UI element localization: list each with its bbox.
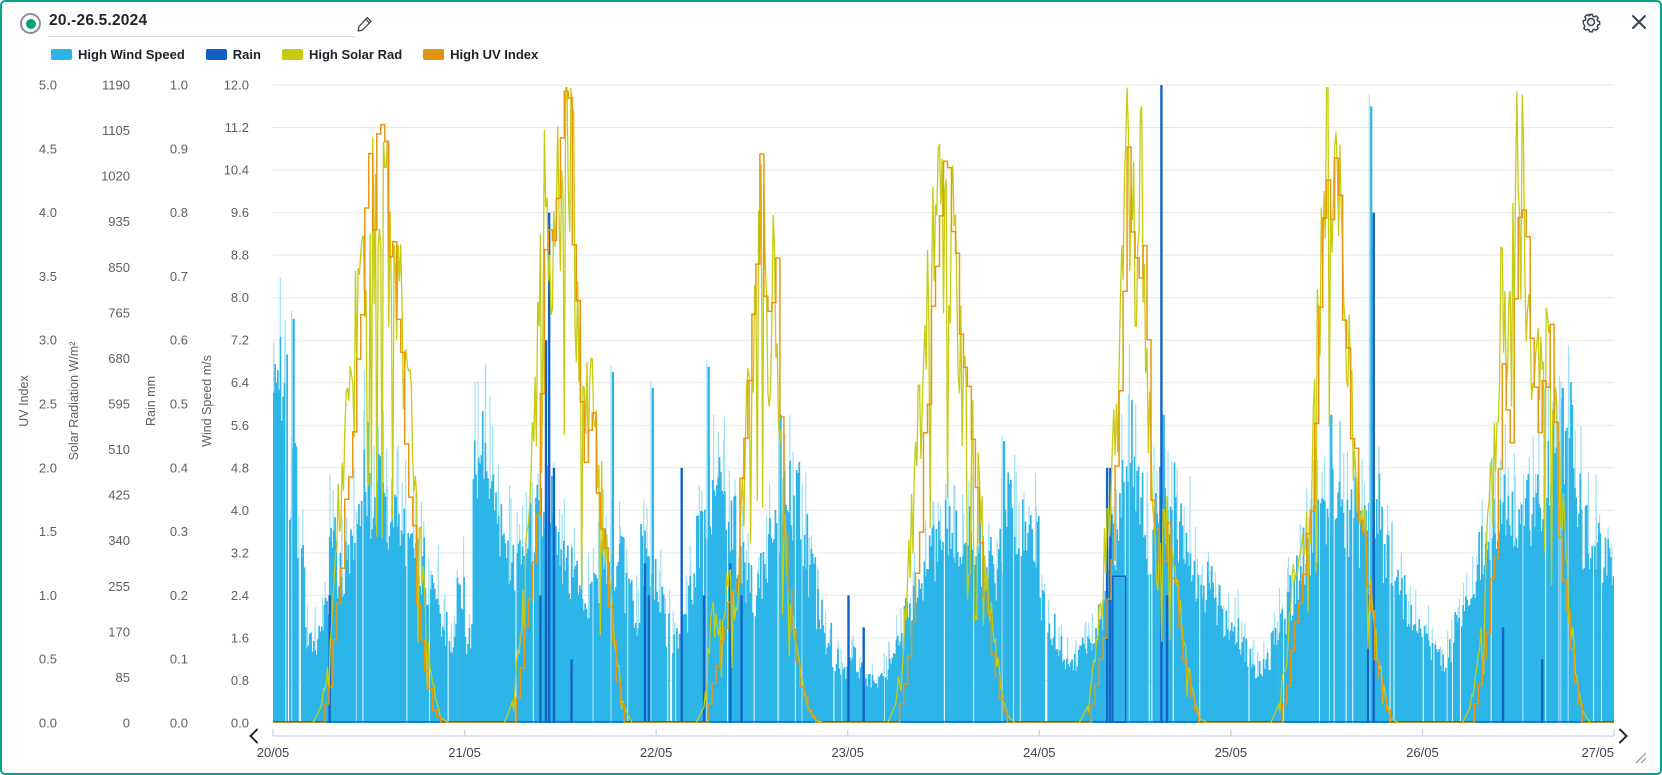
svg-text:25/05: 25/05 (1215, 745, 1248, 760)
svg-text:2.5: 2.5 (39, 397, 57, 412)
svg-text:22/05: 22/05 (640, 745, 673, 760)
svg-text:27/05: 27/05 (1581, 745, 1614, 760)
svg-text:20/05: 20/05 (257, 745, 290, 760)
svg-text:935: 935 (108, 214, 130, 229)
svg-text:255: 255 (108, 579, 130, 594)
svg-text:0.8: 0.8 (170, 205, 188, 220)
svg-text:595: 595 (108, 397, 130, 412)
svg-text:11.2: 11.2 (225, 120, 249, 135)
svg-text:0.3: 0.3 (170, 524, 188, 539)
svg-text:0.6: 0.6 (170, 333, 188, 348)
svg-text:0.2: 0.2 (170, 588, 188, 603)
resize-handle[interactable] (1632, 750, 1648, 764)
svg-text:850: 850 (108, 260, 130, 275)
svg-text:4.0: 4.0 (39, 205, 57, 220)
svg-text:3.2: 3.2 (231, 545, 249, 560)
svg-text:4.0: 4.0 (231, 503, 249, 518)
svg-text:1.0: 1.0 (170, 78, 188, 93)
svg-text:24/05: 24/05 (1023, 745, 1056, 760)
svg-text:2.4: 2.4 (231, 588, 249, 603)
svg-text:170: 170 (108, 624, 130, 639)
svg-text:85: 85 (116, 670, 130, 685)
svg-text:0.0: 0.0 (170, 716, 188, 731)
svg-text:0.7: 0.7 (170, 269, 188, 284)
prev-period-button[interactable] (245, 727, 261, 745)
svg-text:7.2: 7.2 (231, 333, 249, 348)
y-axis-3: 12.0 11.2 10.4 9.6 8.8 8.0 7.2 6.4 5.6 4.8 4.0 3.2 2… (224, 78, 249, 731)
svg-text:0.5: 0.5 (39, 652, 57, 667)
svg-text:5.6: 5.6 (231, 418, 249, 433)
svg-text:8.8: 8.8 (231, 248, 249, 263)
svg-text:6.4: 6.4 (231, 375, 249, 390)
svg-text:0.4: 0.4 (170, 460, 188, 475)
svg-text:0.1: 0.1 (170, 652, 188, 667)
svg-text:26/05: 26/05 (1406, 745, 1439, 760)
svg-text:23/05: 23/05 (831, 745, 864, 760)
svg-text:0.0: 0.0 (39, 716, 57, 731)
x-axis: 20/05 21/05 22/05 23/05 24/05 25/05 26/05 27/05 (257, 730, 1614, 761)
svg-text:340: 340 (108, 533, 130, 548)
svg-text:5.0: 5.0 (39, 78, 57, 93)
svg-text:1.0: 1.0 (39, 588, 57, 603)
y-axis-0: 5.0 4.5 4.0 3.5 3.0 2.5 2.0 1.5 1.0 0.5 0.0 (39, 78, 57, 731)
chevron-left-icon (248, 728, 259, 744)
svg-text:10.4: 10.4 (224, 163, 249, 178)
resize-grip-icon (1632, 750, 1648, 764)
svg-text:425: 425 (108, 488, 130, 503)
svg-text:765: 765 (108, 305, 130, 320)
svg-text:1020: 1020 (101, 169, 130, 184)
svg-text:2.0: 2.0 (39, 460, 57, 475)
svg-text:1.6: 1.6 (231, 630, 249, 645)
svg-text:0.9: 0.9 (170, 141, 188, 156)
y-axis-1: 1190110510209358507656805955104253402551… (101, 78, 130, 731)
svg-text:4.5: 4.5 (39, 141, 57, 156)
svg-text:3.5: 3.5 (39, 269, 57, 284)
next-period-button[interactable] (1615, 727, 1631, 745)
svg-text:680: 680 (108, 351, 130, 366)
chevron-right-icon (1618, 728, 1629, 744)
svg-text:9.6: 9.6 (231, 205, 249, 220)
svg-text:0: 0 (123, 716, 130, 731)
svg-text:1.5: 1.5 (39, 524, 57, 539)
svg-text:1190: 1190 (102, 78, 130, 93)
svg-text:21/05: 21/05 (448, 745, 481, 760)
svg-text:3.0: 3.0 (39, 333, 57, 348)
chart-canvas: 5.0 4.5 4.0 3.5 3.0 2.5 2.0 1.5 1.0 0.5 0.0 1190 110… (2, 2, 1660, 773)
svg-text:12.0: 12.0 (224, 78, 249, 93)
weather-chart-window: 20.-26.5.2024 High Wind SpeedRainHigh So… (0, 0, 1662, 775)
svg-text:1105: 1105 (102, 123, 130, 138)
svg-text:8.0: 8.0 (231, 290, 249, 305)
svg-text:0.8: 0.8 (231, 673, 249, 688)
svg-text:0.5: 0.5 (170, 397, 188, 412)
svg-text:4.8: 4.8 (231, 460, 249, 475)
svg-text:510: 510 (108, 442, 130, 457)
y-axis-2: 1.0 0.9 0.8 0.7 0.6 0.5 0.4 0.3 0.2 0.1 0.0 (170, 78, 188, 731)
